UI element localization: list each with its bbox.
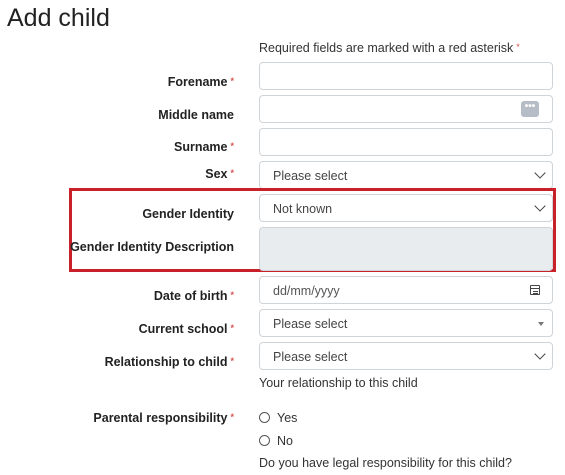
current-school-label-text: Current school — [138, 322, 228, 336]
parental-responsibility-label-text: Parental responsibility — [93, 411, 228, 425]
sex-label-text: Sex — [205, 167, 228, 181]
current-school-selected-value: Please select — [273, 317, 348, 331]
current-school-label: Current school * — [139, 322, 234, 336]
forename-required-asterisk: * — [230, 76, 234, 86]
caret-down-icon — [538, 322, 544, 326]
sex-select[interactable]: Please select — [259, 161, 553, 189]
relationship-label: Relationship to child * — [105, 355, 234, 369]
date-of-birth-label: Date of birth * — [154, 289, 234, 303]
relationship-select[interactable]: Please select — [259, 342, 553, 370]
current-school-select[interactable]: Please select — [259, 309, 553, 337]
required-fields-note: Required fields are marked with a red as… — [259, 41, 520, 55]
relationship-label-text: Relationship to child — [104, 355, 228, 369]
gender-identity-description-input — [259, 227, 553, 271]
page-title: Add child — [7, 4, 110, 32]
surname-label-text: Surname — [173, 140, 228, 154]
ellipsis-icon[interactable]: ••• — [521, 101, 539, 117]
gender-identity-select[interactable]: Not known — [259, 194, 553, 222]
chevron-down-icon — [534, 200, 546, 212]
date-of-birth-required-asterisk: * — [230, 290, 234, 300]
radio-no-label: No — [277, 434, 293, 448]
chevron-down-icon — [534, 348, 546, 360]
relationship-selected-value: Please select — [273, 350, 348, 364]
sex-selected-value: Please select — [273, 169, 348, 183]
chevron-down-icon — [534, 167, 546, 179]
date-of-birth-input[interactable]: dd/mm/yyyy — [259, 276, 553, 304]
surname-label: Surname * — [174, 140, 234, 154]
middle-name-label: Middle name — [158, 108, 234, 122]
radio-yes-icon[interactable] — [259, 412, 270, 424]
middle-name-input[interactable]: ••• — [259, 95, 553, 123]
forename-label-text: Forename — [167, 75, 228, 89]
radio-no-icon[interactable] — [259, 435, 270, 447]
parental-responsibility-help-text: Do you have legal responsibility for thi… — [259, 456, 512, 470]
relationship-required-asterisk: * — [230, 356, 234, 366]
parental-responsibility-label: Parental responsibility * — [93, 411, 234, 425]
sex-label: Sex * — [205, 167, 234, 181]
gender-identity-label: Gender Identity — [142, 207, 234, 221]
sex-required-asterisk: * — [230, 168, 234, 178]
radio-option-yes[interactable]: Yes — [259, 411, 297, 425]
required-asterisk: * — [516, 42, 520, 52]
surname-required-asterisk: * — [230, 141, 234, 151]
forename-label: Forename * — [168, 75, 234, 89]
radio-option-no[interactable]: No — [259, 434, 293, 448]
current-school-required-asterisk: * — [230, 323, 234, 333]
radio-yes-label: Yes — [277, 411, 298, 425]
parental-responsibility-required-asterisk: * — [230, 412, 234, 422]
surname-input[interactable] — [259, 128, 553, 156]
required-note-text: Required fields are marked with a red as… — [259, 41, 514, 55]
forename-input[interactable] — [259, 62, 553, 90]
date-of-birth-placeholder: dd/mm/yyyy — [273, 284, 340, 298]
calendar-icon[interactable] — [530, 285, 540, 295]
relationship-help-text: Your relationship to this child — [259, 376, 418, 390]
gender-identity-description-label: Gender Identity Description — [70, 240, 234, 254]
gender-identity-selected-value: Not known — [273, 202, 333, 216]
date-of-birth-label-text: Date of birth — [153, 289, 228, 303]
